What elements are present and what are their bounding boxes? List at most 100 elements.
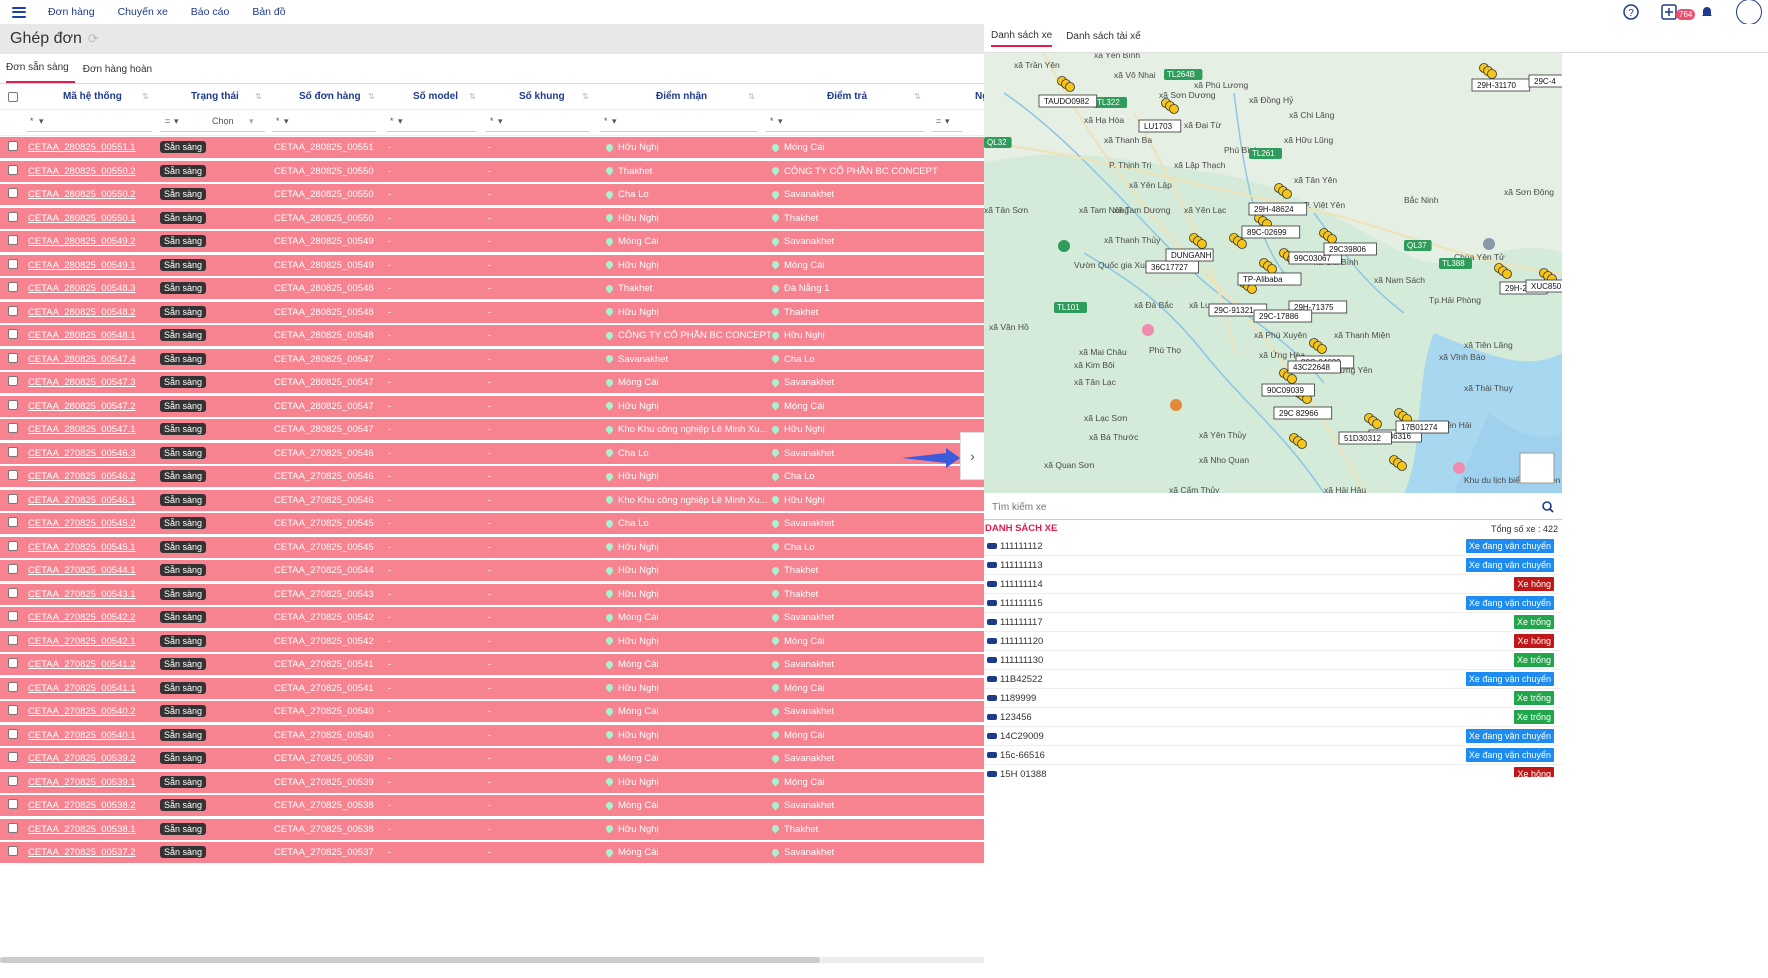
system-code-link[interactable]: CETAA_270825_00538.1 (28, 824, 136, 835)
system-code-link[interactable]: CETAA_280825_00547.4 (28, 354, 136, 365)
refresh-icon[interactable]: ⟳ (88, 31, 99, 47)
horizontal-scrollbar[interactable] (0, 957, 984, 963)
truck-marker-icon[interactable] (1247, 284, 1257, 294)
vehicle-item[interactable]: 111111117 Xe trống (984, 613, 1562, 632)
table-row[interactable]: CETAA_270825_00541.1 Sẵn sàng CETAA_270825… (0, 677, 984, 700)
system-code-link[interactable]: CETAA_270825_00542.1 (28, 636, 136, 647)
vehicle-search-input[interactable] (984, 496, 1524, 518)
help-icon[interactable]: ? (1622, 3, 1640, 21)
truck-marker-icon[interactable] (1267, 264, 1277, 274)
truck-marker-icon[interactable] (1297, 439, 1307, 449)
truck-marker-icon[interactable] (1327, 234, 1337, 244)
toggle-panel-button[interactable]: › (960, 432, 984, 480)
map-layer-toggle[interactable] (1519, 452, 1555, 484)
system-code-link[interactable]: CETAA_270825_00541.1 (28, 683, 136, 694)
filter-system-code[interactable]: * (30, 116, 34, 126)
truck-marker-icon[interactable] (1065, 82, 1075, 92)
system-code-link[interactable]: CETAA_280825_00550.2 (28, 189, 136, 200)
col-pickup[interactable]: Điểm nhận (656, 91, 707, 102)
truck-marker-icon[interactable] (1169, 104, 1179, 114)
vehicle-item[interactable]: 111111130 Xe trống (984, 651, 1562, 670)
table-row[interactable]: CETAA_270825_00546.1 Sẵn sàng CETAA_270825… (0, 489, 984, 512)
table-row[interactable]: CETAA_270825_00545.1 Sẵn sàng CETAA_270825… (0, 536, 984, 559)
row-checkbox[interactable] (8, 705, 18, 715)
sort-icon[interactable]: ⇅ (582, 92, 589, 101)
filter-dropoff[interactable]: * (770, 116, 774, 126)
vehicle-item[interactable]: 111111114 Xe hỏng (984, 575, 1562, 594)
row-checkbox[interactable] (8, 352, 18, 363)
system-code-link[interactable]: CETAA_280825_00550.1 (28, 213, 136, 224)
row-checkbox[interactable] (8, 728, 18, 739)
table-row[interactable]: CETAA_280825_00550.1 Sẵn sàng CETAA_280825… (0, 207, 984, 230)
vehicle-item[interactable]: 15H 01388 Xe hỏng (984, 765, 1562, 777)
vehicle-item[interactable]: 14C29009 Xe đang vận chuyển (984, 727, 1562, 746)
row-checkbox[interactable] (8, 376, 18, 386)
system-code-link[interactable]: CETAA_270825_00545.1 (28, 542, 136, 553)
vehicle-map[interactable]: xã Trần Yên xã Yên Bình xã Vô Nhai xã Sơn D… (984, 53, 1562, 493)
system-code-link[interactable]: CETAA_270825_00541.2 (28, 659, 136, 670)
truck-marker-icon[interactable] (1287, 374, 1297, 384)
col-model-number[interactable]: Số model (413, 91, 458, 102)
tab-driver-list[interactable]: Danh sách tài xế (1066, 31, 1141, 46)
row-checkbox[interactable] (8, 305, 18, 316)
table-row[interactable]: CETAA_270825_00546.3 Sẵn sàng CETAA_270825… (0, 442, 984, 465)
system-code-link[interactable]: CETAA_280825_00549.2 (28, 236, 136, 247)
system-code-link[interactable]: CETAA_280825_00547.2 (28, 401, 136, 412)
system-code-link[interactable]: CETAA_280825_00549.1 (28, 260, 136, 271)
vehicle-item[interactable]: 111111120 Xe hỏng (984, 632, 1562, 651)
row-checkbox[interactable] (8, 258, 18, 269)
col-order-number[interactable]: Số đơn hàng (299, 91, 361, 102)
table-row[interactable]: CETAA_270825_00538.2 Sẵn sàng CETAA_270825… (0, 795, 984, 817)
nav-orders[interactable]: Đơn hàng (48, 6, 95, 18)
row-checkbox[interactable] (8, 611, 18, 621)
vehicle-item[interactable]: 123456 Xe trống (984, 708, 1562, 727)
system-code-link[interactable]: CETAA_280825_00548.2 (28, 307, 136, 318)
map-canvas[interactable]: xã Trần Yênxã Yên Bìnhxã Vô Nhaixã Sơn D… (984, 53, 1562, 493)
col-system-code[interactable]: Mã hệ thống (63, 91, 122, 102)
vehicle-item[interactable]: 15c-66516 Xe đang vận chuyển (984, 746, 1562, 765)
col-dropoff[interactable]: Điểm trả (827, 91, 867, 102)
select-all-checkbox[interactable] (8, 92, 18, 102)
table-row[interactable]: CETAA_270825_00544.1 Sẵn sàng CETAA_270825… (0, 560, 984, 582)
system-code-link[interactable]: CETAA_270825_00538.2 (28, 800, 136, 811)
system-code-link[interactable]: CETAA_270825_00539.1 (28, 777, 136, 788)
table-row[interactable]: CETAA_280825_00547.4 Sẵn sàng CETAA_280825… (0, 348, 984, 371)
filter-status-op[interactable]: = (165, 116, 170, 126)
table-row[interactable]: CETAA_270825_00539.1 Sẵn sàng CETAA_270825… (0, 771, 984, 794)
col-status[interactable]: Trạng thái (191, 91, 239, 102)
hamburger-menu-icon[interactable] (12, 6, 26, 18)
table-row[interactable]: CETAA_270825_00538.1 Sẵn sàng CETAA_270825… (0, 818, 984, 841)
truck-marker-icon[interactable] (1317, 344, 1327, 354)
tab-vehicle-list[interactable]: Danh sách xe (991, 30, 1053, 47)
table-row[interactable]: CETAA_280825_00551.1 Sẵn sàng CETAA_280825… (0, 137, 984, 159)
avatar[interactable] (1736, 0, 1762, 25)
system-code-link[interactable]: CETAA_280825_00551.1 (28, 142, 136, 153)
row-checkbox[interactable] (8, 164, 18, 175)
row-checkbox[interactable] (8, 235, 18, 245)
sort-icon[interactable]: ⇅ (255, 92, 262, 101)
system-code-link[interactable]: CETAA_270825_00545.2 (28, 518, 136, 529)
col-frame-number[interactable]: Số khung (519, 91, 565, 102)
bell-icon[interactable] (1698, 3, 1716, 21)
table-row[interactable]: CETAA_270825_00546.2 Sẵn sàng CETAA_270825… (0, 466, 984, 488)
row-checkbox[interactable] (8, 423, 18, 433)
row-checkbox[interactable] (8, 681, 18, 692)
table-row[interactable]: CETAA_280825_00549.2 Sẵn sàng CETAA_280825… (0, 231, 984, 253)
table-row[interactable]: CETAA_270825_00539.2 Sẵn sàng CETAA_270825… (0, 748, 984, 770)
system-code-link[interactable]: CETAA_280825_00550.2 (28, 166, 136, 177)
table-row[interactable]: CETAA_270825_00543.1 Sẵn sàng CETAA_270825… (0, 583, 984, 606)
table-row[interactable]: CETAA_280825_00550.2 Sẵn sàng CETAA_280825… (0, 160, 984, 183)
table-row[interactable]: CETAA_280825_00550.2 Sẵn sàng CETAA_280825… (0, 184, 984, 206)
table-row[interactable]: CETAA_280825_00547.2 Sẵn sàng CETAA_280825… (0, 395, 984, 418)
row-checkbox[interactable] (8, 493, 18, 504)
row-checkbox[interactable] (8, 188, 18, 198)
table-row[interactable]: CETAA_280825_00548.3 Sẵn sàng CETAA_280825… (0, 278, 984, 300)
sort-icon[interactable]: ⇅ (368, 92, 375, 101)
table-row[interactable]: CETAA_270825_00542.1 Sẵn sàng CETAA_270825… (0, 630, 984, 653)
row-checkbox[interactable] (8, 752, 18, 762)
row-checkbox[interactable] (8, 517, 18, 527)
truck-marker-icon[interactable] (1237, 239, 1247, 249)
row-checkbox[interactable] (8, 446, 18, 457)
sort-icon[interactable]: ⇅ (142, 92, 149, 101)
vehicle-item[interactable]: 1189999 Xe trống (984, 689, 1562, 708)
